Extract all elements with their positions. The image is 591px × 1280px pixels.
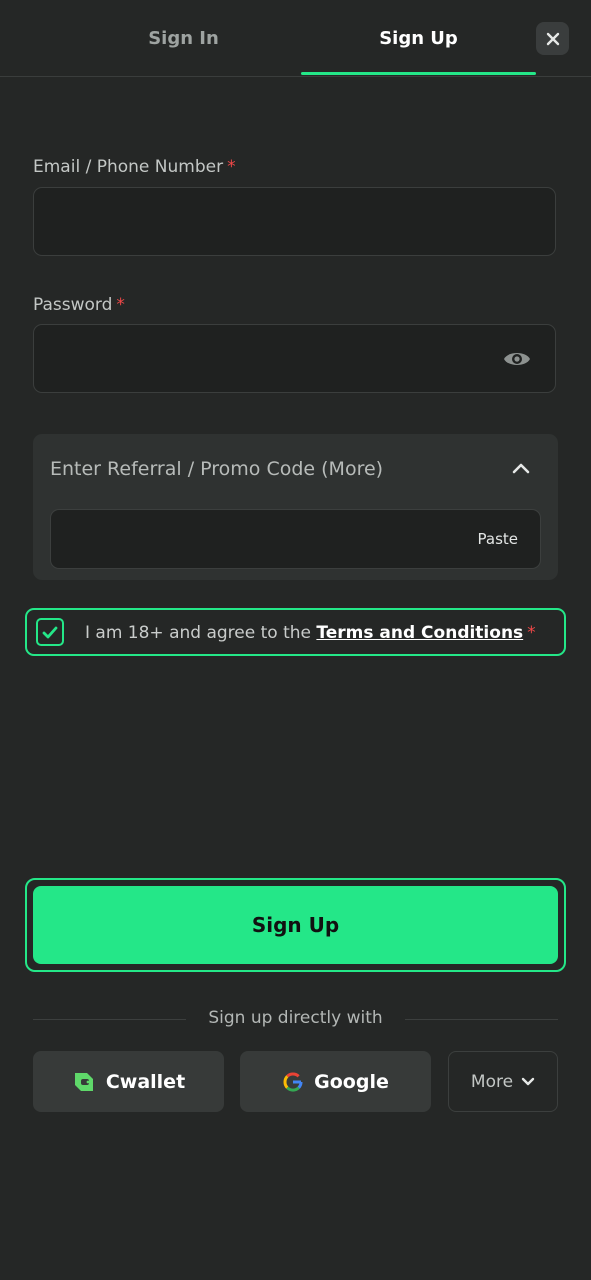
promo-code-field[interactable]: Paste bbox=[50, 509, 541, 569]
cwallet-icon bbox=[74, 1072, 93, 1091]
terms-link[interactable]: Terms and Conditions bbox=[316, 623, 523, 643]
close-button[interactable] bbox=[536, 22, 569, 55]
social-divider: Sign up directly with bbox=[33, 1008, 558, 1032]
required-marker: * bbox=[227, 157, 236, 177]
google-button[interactable]: Google bbox=[240, 1051, 431, 1112]
terms-agreement[interactable]: I am 18+ and agree to the Terms and Cond… bbox=[25, 608, 566, 656]
eye-icon[interactable] bbox=[503, 349, 531, 369]
tab-sign-up[interactable]: Sign Up bbox=[301, 0, 536, 76]
password-field[interactable] bbox=[33, 324, 556, 393]
paste-button[interactable]: Paste bbox=[478, 530, 519, 548]
more-label: More bbox=[470, 1071, 514, 1092]
close-icon bbox=[546, 32, 559, 45]
promo-code-input[interactable] bbox=[51, 510, 459, 568]
auth-tabs: Sign In Sign Up bbox=[0, 0, 591, 77]
password-label: Password * bbox=[33, 295, 125, 315]
more-options-button[interactable]: More bbox=[448, 1051, 558, 1112]
promo-code-panel: Enter Referral / Promo Code (More) Paste bbox=[33, 434, 558, 580]
divider-line bbox=[405, 1019, 558, 1020]
sign-up-button-focus-ring: Sign Up bbox=[25, 878, 566, 972]
active-tab-indicator bbox=[301, 72, 536, 75]
promo-code-toggle[interactable]: Enter Referral / Promo Code (More) bbox=[50, 458, 383, 480]
social-divider-text: Sign up directly with bbox=[208, 1008, 383, 1028]
cwallet-label: Cwallet bbox=[105, 1070, 186, 1093]
sign-up-button[interactable]: Sign Up bbox=[33, 886, 558, 964]
checkmark-icon bbox=[42, 626, 58, 638]
email-field[interactable] bbox=[33, 187, 556, 256]
email-label: Email / Phone Number * bbox=[33, 157, 236, 177]
google-icon bbox=[283, 1072, 303, 1092]
terms-checkbox[interactable] bbox=[36, 618, 64, 646]
google-label: Google bbox=[314, 1070, 389, 1093]
required-marker: * bbox=[116, 295, 125, 315]
password-input[interactable] bbox=[34, 325, 506, 392]
email-input[interactable] bbox=[34, 188, 506, 255]
chevron-down-icon bbox=[521, 1077, 535, 1085]
cwallet-button[interactable]: Cwallet bbox=[33, 1051, 224, 1112]
tab-sign-in[interactable]: Sign In bbox=[66, 0, 301, 76]
required-marker: * bbox=[527, 623, 536, 643]
chevron-up-icon[interactable] bbox=[512, 462, 530, 474]
terms-text: I am 18+ and agree to the Terms and Cond… bbox=[85, 623, 536, 643]
